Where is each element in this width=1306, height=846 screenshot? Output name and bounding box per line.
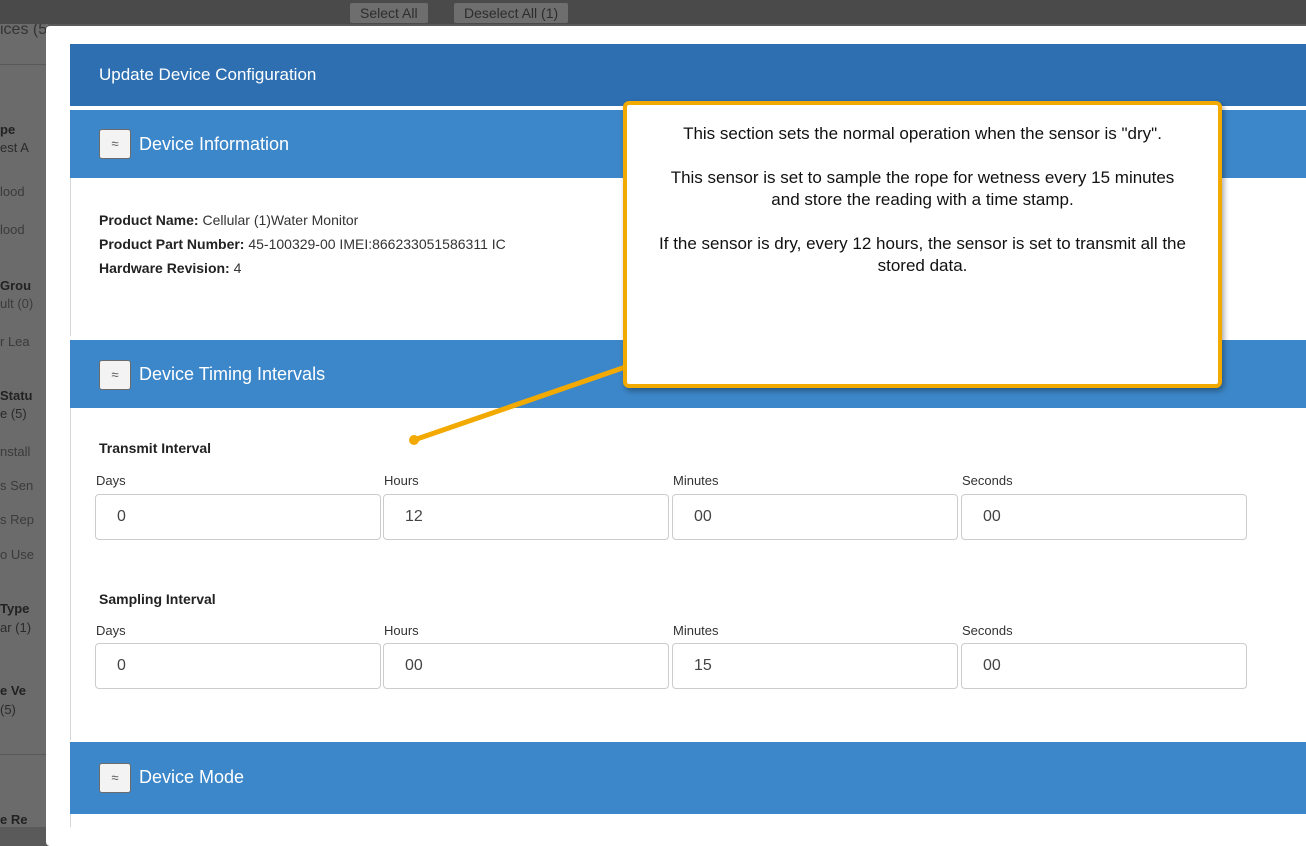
sidebar-fragment: est A [0, 140, 29, 155]
transmit-days-label: Days [96, 473, 126, 488]
collapse-toggle-icon[interactable]: ≈ [99, 360, 131, 390]
sidebar-fragment: e Ve [0, 683, 27, 698]
sampling-hours-label: Hours [384, 623, 419, 638]
collapse-toggle-icon[interactable]: ≈ [99, 763, 131, 793]
sidebar-fragment: (5) [0, 702, 16, 717]
sidebar-fragment: r Lea [0, 334, 30, 349]
sidebar-fragment: o Use [0, 547, 34, 562]
device-mode-body [70, 814, 1306, 827]
sidebar-fragment: Grou [0, 278, 32, 293]
modal-header: Update Device Configuration [70, 44, 1306, 106]
transmit-hours-input[interactable]: 12 [383, 494, 669, 540]
section-header-device-mode[interactable]: ≈ Device Mode [70, 742, 1306, 814]
sampling-minutes-input[interactable]: 15 [672, 643, 958, 689]
sidebar-fragment: ult (0) [0, 296, 34, 311]
callout-text-3: If the sensor is dry, every 12 hours, th… [659, 234, 1186, 275]
part-number-line: Product Part Number: 45-100329-00 IMEI:8… [99, 236, 506, 252]
sidebar-fragment: nstall [0, 444, 31, 459]
sidebar-fragment: s Sen [0, 478, 34, 493]
section-title-timing-intervals: Device Timing Intervals [139, 364, 326, 384]
section-title-device-information: Device Information [139, 134, 290, 154]
transmit-days-input[interactable]: 0 [95, 494, 381, 540]
sidebar-fragment: s Rep [0, 512, 34, 527]
product-name-label: Product Name: [99, 212, 199, 228]
background-toolbar: Select All Deselect All (1) [0, 0, 1306, 24]
sidebar-fragment: lood [0, 184, 25, 199]
product-name-line: Product Name: Cellular (1)Water Monitor [99, 212, 358, 228]
transmit-minutes-input[interactable]: 00 [672, 494, 958, 540]
part-number-value: 45-100329-00 IMEI:866233051586311 IC [248, 236, 506, 252]
sidebar-fragment: Type [0, 601, 30, 616]
sampling-interval-label: Sampling Interval [99, 591, 216, 607]
transmit-seconds-input[interactable]: 00 [961, 494, 1247, 540]
hardware-revision-label: Hardware Revision: [99, 260, 230, 276]
transmit-seconds-label: Seconds [962, 473, 1013, 488]
collapse-toggle-icon[interactable]: ≈ [99, 129, 131, 159]
transmit-interval-label: Transmit Interval [99, 440, 212, 456]
section-title-device-mode: Device Mode [139, 767, 245, 787]
sidebar-fragment: Statu [0, 388, 33, 403]
sampling-seconds-input[interactable]: 00 [961, 643, 1247, 689]
background-sidebar: ices (5) pe est A lood lood Grou ult (0)… [0, 24, 48, 827]
sidebar-fragment: pe [0, 122, 16, 137]
sampling-days-input[interactable]: 0 [95, 643, 381, 689]
sampling-hours-input[interactable]: 00 [383, 643, 669, 689]
sidebar-fragment: ar (1) [0, 620, 32, 635]
background-page-title: ices (5) [0, 24, 48, 38]
sidebar-fragment: lood [0, 222, 25, 237]
hardware-revision-value: 4 [233, 260, 242, 276]
callout-text-1: This section sets the normal operation w… [683, 124, 1162, 143]
callout-text-2: This sensor is set to sample the rope fo… [670, 168, 1175, 209]
transmit-minutes-label: Minutes [673, 473, 719, 488]
sampling-days-label: Days [96, 623, 126, 638]
select-all-button: Select All [350, 3, 428, 23]
sidebar-fragment: e (5) [0, 406, 27, 421]
annotation-callout: This section sets the normal operation w… [623, 101, 1222, 388]
sampling-seconds-label: Seconds [962, 623, 1013, 638]
deselect-all-button: Deselect All (1) [454, 3, 569, 23]
sampling-minutes-label: Minutes [673, 623, 719, 638]
sidebar-fragment: e Re [0, 812, 28, 827]
transmit-hours-label: Hours [384, 473, 419, 488]
hardware-revision-line: Hardware Revision: 4 [99, 260, 241, 276]
part-number-label: Product Part Number: [99, 236, 245, 252]
product-name-value: Cellular (1)Water Monitor [202, 212, 359, 228]
modal-title: Update Device Configuration [99, 65, 317, 84]
timing-intervals-body [70, 408, 1306, 740]
